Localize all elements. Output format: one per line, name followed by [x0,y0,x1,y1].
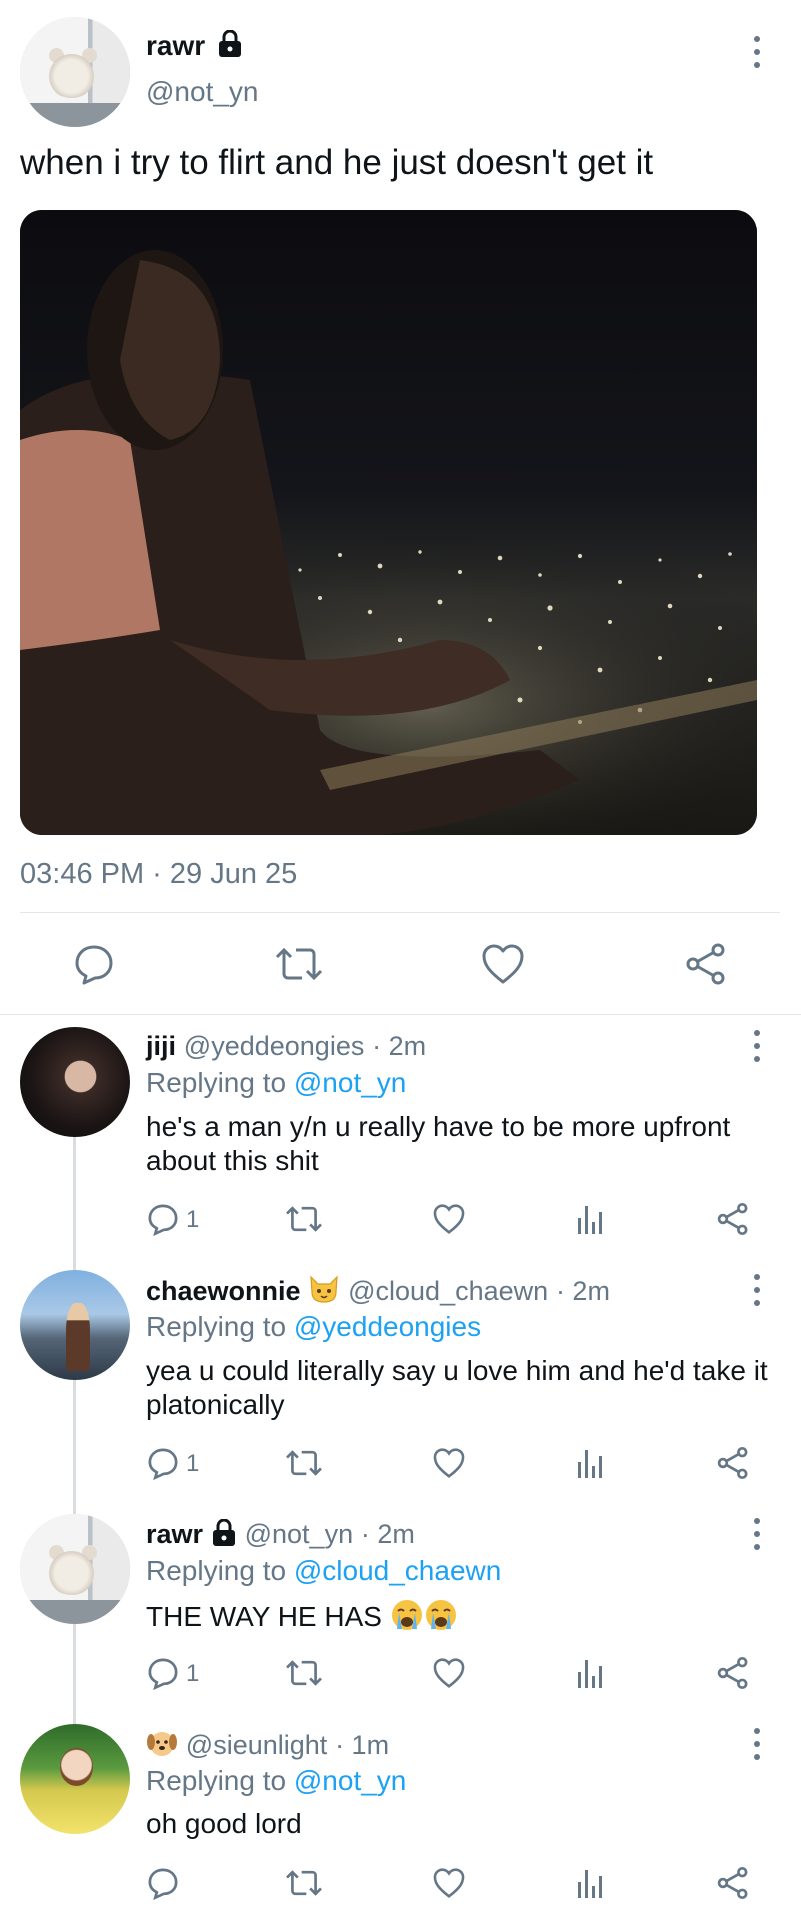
share-icon[interactable] [716,1202,750,1236]
like-icon[interactable] [432,1866,466,1900]
reply-text-row: THE WAY HE HAS [146,1598,458,1633]
more-options-icon[interactable] [752,1030,762,1062]
mention-link[interactable]: @yeddeongies [294,1311,481,1342]
like-icon[interactable] [432,1446,466,1480]
tweet-text: when i try to flirt and he just doesn't … [20,143,654,182]
share-icon[interactable] [684,942,728,986]
avatar[interactable] [20,1027,130,1137]
reply-count: 1 [186,1450,200,1477]
reply-icon[interactable] [146,1202,180,1236]
mention-link[interactable]: @not_yn [294,1067,407,1098]
avatar[interactable] [20,1724,130,1834]
more-options-icon[interactable] [752,1728,762,1760]
more-options-icon[interactable] [752,1274,762,1306]
avatar[interactable] [20,1270,130,1380]
divider [20,912,780,913]
reply-time: · 2m [360,1519,415,1549]
thread-connector [73,1378,76,1516]
author-name[interactable]: rawr [146,29,243,62]
retweet-icon[interactable] [274,942,324,986]
cat-face-icon [310,1275,339,1303]
reply-header: rawr @not_yn · 2m [146,1518,415,1550]
replying-to-label: Replying to [146,1067,287,1098]
reply-author-handle[interactable]: @yeddeongies [184,1031,365,1061]
reply-count: 1 [186,1660,200,1687]
retweet-icon[interactable] [284,1656,324,1690]
reply-author-name[interactable]: chaewonnie [146,1276,301,1306]
reply-header: chaewonnie @cloud_chaewn · 2m [146,1274,610,1307]
replying-to: Replying to @not_yn [146,1067,406,1099]
reply-icon[interactable] [146,1656,180,1690]
reply-text: oh good lord [146,1808,302,1839]
thread-connector [73,1135,76,1273]
tweet-timestamp: 03:46 PM · 29 Jun 25 [20,858,298,890]
reply-header: @sieunlight · 1m [146,1728,389,1761]
dog-face-icon [147,1732,177,1756]
tweet-image[interactable] [20,210,757,835]
like-icon[interactable] [432,1202,466,1236]
reply-author-handle[interactable]: @not_yn [245,1519,353,1549]
reply-icon[interactable] [146,1446,180,1480]
reply-author-handle[interactable]: @sieunlight [186,1730,328,1760]
photo-man-overlooking-city-lights [20,210,757,835]
reply-text: yea u could literally say u love him and… [146,1355,768,1420]
avatar[interactable] [20,1514,130,1624]
reply-text: he's a man y/n u really have to be more … [146,1111,731,1176]
reply-header: jiji @yeddeongies · 2m [146,1030,426,1062]
reply-time: · 2m [372,1031,427,1061]
replying-to-label: Replying to [146,1311,287,1342]
loudly-crying-face-icon [425,1600,456,1630]
reply-author-name[interactable]: rawr [146,1519,203,1549]
replying-to: Replying to @yeddeongies [146,1311,481,1343]
reply-author-name[interactable]: jiji [146,1031,176,1061]
mention-link[interactable]: @cloud_chaewn [294,1555,501,1586]
thread-connector [73,1622,76,1726]
more-options-icon[interactable] [752,1518,762,1550]
share-icon[interactable] [716,1866,750,1900]
like-icon[interactable] [432,1656,466,1690]
analytics-icon[interactable] [576,1204,606,1236]
author-name-text: rawr [146,30,206,61]
reply-count: 1 [186,1206,200,1233]
lock-icon [218,29,241,57]
replying-to: Replying to @not_yn [146,1765,406,1797]
replying-to-label: Replying to [146,1765,287,1796]
mention-link[interactable]: @not_yn [294,1765,407,1796]
divider [0,1014,801,1015]
retweet-icon[interactable] [284,1866,324,1900]
more-options-icon[interactable] [752,36,762,68]
loudly-crying-face-icon [391,1600,422,1630]
replying-to-label: Replying to [146,1555,287,1586]
reply-time: · 1m [335,1730,390,1760]
author-handle[interactable]: @not_yn [146,76,259,108]
analytics-icon[interactable] [576,1868,606,1900]
share-icon[interactable] [716,1656,750,1690]
avatar[interactable] [20,17,130,127]
reply-icon[interactable] [146,1866,180,1900]
replying-to: Replying to @cloud_chaewn [146,1555,501,1587]
retweet-icon[interactable] [284,1202,324,1236]
lock-icon [212,1519,235,1546]
reply-time: · 2m [555,1276,610,1306]
analytics-icon[interactable] [576,1658,606,1690]
reply-author-handle[interactable]: @cloud_chaewn [348,1276,548,1306]
share-icon[interactable] [716,1446,750,1480]
retweet-icon[interactable] [284,1446,324,1480]
reply-text: THE WAY HE HAS [146,1601,382,1632]
analytics-icon[interactable] [576,1448,606,1480]
like-icon[interactable] [480,942,526,986]
reply-icon[interactable] [72,942,116,986]
